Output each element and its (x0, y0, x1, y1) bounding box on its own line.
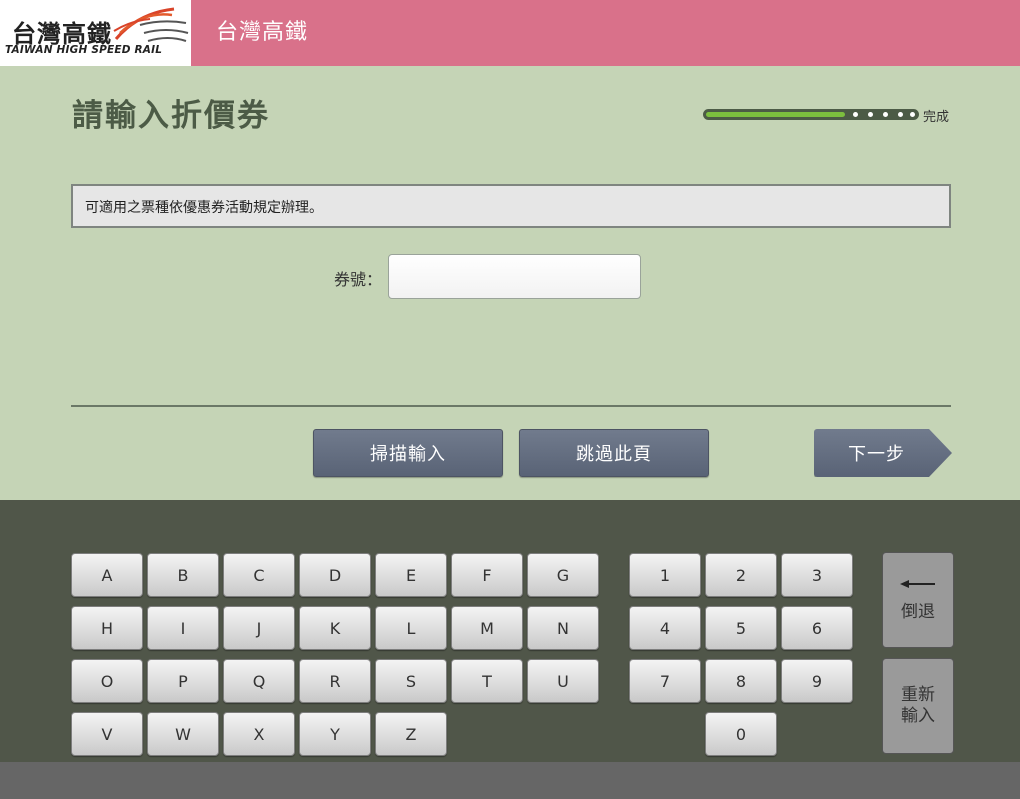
key-t[interactable]: T (451, 659, 523, 703)
key-h[interactable]: H (71, 606, 143, 650)
coupon-number-input[interactable] (388, 254, 641, 299)
key-7[interactable]: 7 (629, 659, 701, 703)
key-2[interactable]: 2 (705, 553, 777, 597)
key-3[interactable]: 3 (781, 553, 853, 597)
key-a[interactable]: A (71, 553, 143, 597)
key-f[interactable]: F (451, 553, 523, 597)
progress-fill (706, 112, 845, 117)
key-v[interactable]: V (71, 712, 143, 756)
notice-box: 可適用之票種依優惠券活動規定辦理。 (71, 184, 951, 228)
progress-step-dot (898, 112, 903, 117)
key-0[interactable]: 0 (705, 712, 777, 756)
key-1[interactable]: 1 (629, 553, 701, 597)
key-s[interactable]: S (375, 659, 447, 703)
key-y[interactable]: Y (299, 712, 371, 756)
header-bar: 台灣高鐵 TAIWAN HIGH SPEED RAIL 台灣高鐵 (0, 0, 1020, 66)
backspace-label: 倒退 (901, 601, 935, 622)
next-step-button[interactable]: 下一步 (814, 429, 952, 477)
divider (71, 405, 951, 407)
progress-bar (703, 109, 919, 120)
key-l[interactable]: L (375, 606, 447, 650)
header-title: 台灣高鐵 (216, 20, 309, 45)
coupon-number-label: 券號： (334, 270, 383, 289)
reset-label: 重新 輸入 (901, 685, 935, 726)
on-screen-keyboard: 倒退 重新 輸入 ABCDEFG HIJKLMN OPQRSTU VWXYZ 123 45… (0, 500, 1020, 762)
key-9[interactable]: 9 (781, 659, 853, 703)
key-w[interactable]: W (147, 712, 219, 756)
page-title: 請輸入折價券 (72, 98, 270, 134)
key-c[interactable]: C (223, 553, 295, 597)
bottom-bar (0, 762, 1020, 799)
key-d[interactable]: D (299, 553, 371, 597)
key-n[interactable]: N (527, 606, 599, 650)
key-e[interactable]: E (375, 553, 447, 597)
progress-step-dot (853, 112, 858, 117)
skip-page-button[interactable]: 跳過此頁 (519, 429, 709, 477)
key-8[interactable]: 8 (705, 659, 777, 703)
key-4[interactable]: 4 (629, 606, 701, 650)
key-j[interactable]: J (223, 606, 295, 650)
key-u[interactable]: U (527, 659, 599, 703)
key-g[interactable]: G (527, 553, 599, 597)
key-z[interactable]: Z (375, 712, 447, 756)
key-x[interactable]: X (223, 712, 295, 756)
arrow-left-icon (900, 579, 935, 588)
progress-label: 完成 (923, 110, 950, 125)
key-k[interactable]: K (299, 606, 371, 650)
scan-input-button[interactable]: 掃描輸入 (313, 429, 503, 477)
thsr-logo: 台灣高鐵 TAIWAN HIGH SPEED RAIL (0, 0, 191, 66)
key-m[interactable]: M (451, 606, 523, 650)
key-b[interactable]: B (147, 553, 219, 597)
key-o[interactable]: O (71, 659, 143, 703)
backspace-key[interactable]: 倒退 (882, 552, 954, 648)
progress-step-dot (868, 112, 873, 117)
logo-english-text: TAIWAN HIGH SPEED RAIL (5, 44, 163, 56)
key-q[interactable]: Q (223, 659, 295, 703)
progress-step-dot (883, 112, 888, 117)
progress-step-dot (910, 112, 915, 117)
key-5[interactable]: 5 (705, 606, 777, 650)
key-p[interactable]: P (147, 659, 219, 703)
key-r[interactable]: R (299, 659, 371, 703)
key-i[interactable]: I (147, 606, 219, 650)
main-panel: 請輸入折價券 完成 可適用之票種依優惠券活動規定辦理。 券號： 掃描輸入 跳過此… (0, 66, 1020, 500)
key-6[interactable]: 6 (781, 606, 853, 650)
reset-key[interactable]: 重新 輸入 (882, 658, 954, 754)
logo-swoosh-icon (113, 7, 189, 42)
